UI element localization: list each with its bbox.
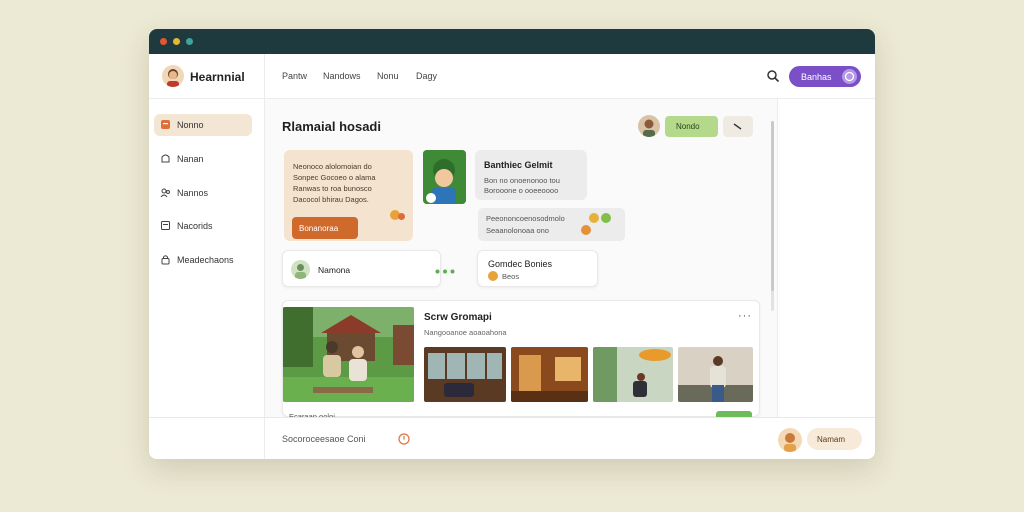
- sidebar-item-label: Nacorids: [177, 221, 213, 231]
- nav-link-1[interactable]: Pantw: [282, 71, 307, 81]
- clock-icon[interactable]: [398, 433, 410, 445]
- scrollbar-thumb[interactable]: [771, 121, 774, 291]
- sidebar-item-privacy[interactable]: Meadechaons: [154, 249, 252, 271]
- nav-link-2[interactable]: Nandows: [323, 71, 361, 81]
- message-line: Ranwas to roa bunosco: [293, 184, 372, 193]
- home-icon: [161, 120, 170, 129]
- users-icon: [160, 188, 170, 198]
- composer-input[interactable]: Socoroceesaoe Coni: [282, 434, 366, 444]
- primary-action-button[interactable]: Nondo: [665, 116, 718, 137]
- sidebar-item-records[interactable]: Nacorids: [154, 215, 252, 237]
- avatar[interactable]: [638, 115, 660, 137]
- page-title: Rlamaial hosadi: [282, 119, 381, 134]
- app-name: Hearnnial: [190, 70, 245, 84]
- sidebar-item-label: Nonno: [177, 120, 204, 130]
- info-card-title: Banthiec Gelmit: [484, 160, 553, 170]
- header-cta-label: Banhas: [801, 72, 832, 82]
- status-card[interactable]: Gomdec Bonies Beos: [477, 250, 598, 287]
- avatar: [291, 260, 310, 279]
- header-cta-button[interactable]: Banhas: [789, 66, 861, 87]
- footer-divider: [264, 418, 265, 459]
- gallery-subtitle: Nangooanoe aoaoahona: [424, 328, 507, 337]
- sidebar-item-people[interactable]: Nannos: [154, 182, 252, 204]
- sidebar-item-label: Nannos: [177, 188, 209, 198]
- gallery-photo[interactable]: [678, 347, 753, 402]
- message-line: Sonpec Gocoeo o alama: [293, 173, 376, 182]
- gallery-photo[interactable]: [593, 347, 673, 402]
- document-icon: [161, 221, 170, 230]
- close-window-button[interactable]: [160, 38, 167, 45]
- reply-bubble[interactable]: Peeononcoenosodmolo Seaanolonoaa ono: [478, 208, 625, 241]
- illustration-thumbnail[interactable]: [423, 150, 466, 204]
- emoji-icon: [398, 213, 405, 220]
- footer-bar: Socoroceesaoe Coni Namam: [149, 417, 875, 459]
- reply-line: Peeononcoenosodmolo: [486, 214, 565, 223]
- nav-link-3[interactable]: Nonu: [377, 71, 399, 81]
- message-action-button[interactable]: Bonanoraa: [292, 217, 358, 239]
- header-divider: [264, 54, 265, 99]
- emoji-icon: [601, 213, 611, 223]
- message-action-label: Bonanoraa: [299, 224, 339, 233]
- status-card-title: Gomdec Bonies: [488, 259, 553, 269]
- maximize-window-button[interactable]: [186, 38, 193, 45]
- gallery-card[interactable]: Scrw Gromapi Nangooanoe aoaoahona ··· Ec…: [282, 300, 760, 421]
- emoji-icon: [581, 225, 591, 235]
- right-panel: [777, 99, 875, 417]
- avatar[interactable]: [778, 428, 802, 452]
- info-card[interactable]: Banthiec Gelmit Bon no onoenonoo tou Bor…: [475, 150, 587, 200]
- gallery-photo[interactable]: [424, 347, 506, 402]
- primary-action-label: Nondo: [676, 122, 700, 131]
- reply-line: Seaanolonoaa ono: [486, 226, 549, 235]
- info-card-line: Bon no onoenonoo tou: [484, 176, 560, 185]
- sidebar-item-home[interactable]: Nonno: [154, 114, 252, 136]
- sidebar: Nonno Nanan Nannos Nacorids Meadechaons: [149, 99, 265, 417]
- contact-name: Namona: [318, 265, 351, 275]
- sidebar-item-label: Nanan: [177, 154, 204, 164]
- footer-button-label: Namam: [817, 435, 846, 444]
- app-logo-avatar: [162, 65, 184, 87]
- sidebar-item-label: Meadechaons: [177, 255, 234, 265]
- message-line: Dacocol bhirau Dagos.: [293, 195, 369, 204]
- search-icon[interactable]: [766, 69, 780, 83]
- chat-icon: [842, 69, 857, 84]
- more-options-icon[interactable]: ···: [738, 310, 752, 322]
- gallery-main-photo[interactable]: [283, 307, 414, 402]
- typing-indicator-icon: [435, 269, 455, 274]
- sidebar-item-notifications[interactable]: Nanan: [154, 148, 252, 170]
- minimize-window-button[interactable]: [173, 38, 180, 45]
- title-bar: [149, 29, 875, 54]
- message-line: Neonoco alolomoian do: [293, 162, 372, 171]
- top-header: Hearnnial Pantw Nandows Nonu Dagy Banhas: [149, 54, 875, 99]
- gallery-photo[interactable]: [511, 347, 588, 402]
- main-content: Rlamaial hosadi Nondo Neonoco alolomoian…: [265, 99, 777, 421]
- pen-icon: [733, 123, 742, 130]
- message-card[interactable]: Neonoco alolomoian do Sonpec Gocoeo o al…: [284, 150, 413, 241]
- gallery-title: Scrw Gromapi: [424, 312, 492, 323]
- emoji-icon: [589, 213, 599, 223]
- emoji-icon: [488, 271, 498, 281]
- app-window: Hearnnial Pantw Nandows Nonu Dagy Banhas…: [149, 29, 875, 459]
- info-card-line: Borooone o ooeeoooo: [484, 186, 559, 195]
- lock-icon: [161, 255, 170, 265]
- footer-button[interactable]: Namam: [807, 428, 862, 450]
- contact-card[interactable]: Namona: [282, 250, 455, 287]
- edit-button[interactable]: [723, 116, 753, 137]
- bell-icon: [161, 154, 170, 163]
- status-card-sub: Beos: [502, 272, 520, 281]
- nav-link-4[interactable]: Dagy: [416, 71, 437, 81]
